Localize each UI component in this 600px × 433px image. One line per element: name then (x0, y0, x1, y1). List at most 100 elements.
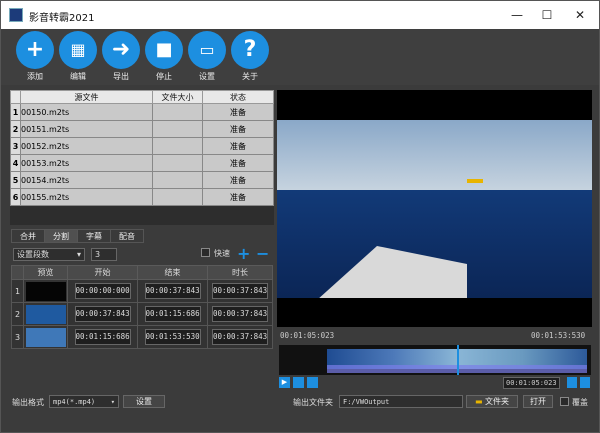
file-row[interactable]: 3 00152.m2ts 准备 (10, 137, 274, 155)
film-icon: ▦ (59, 31, 97, 69)
tab-merge[interactable]: 合并 (11, 229, 45, 243)
about-button[interactable]: ? 关于 (230, 31, 270, 82)
segment-duration-field[interactable]: 00:00:37:843 (212, 306, 268, 322)
output-folder-label: 输出文件夹 (293, 398, 333, 407)
stop-icon: ■ (145, 31, 183, 69)
segment-number: 2 (11, 302, 24, 326)
chevron-down-icon: ▾ (76, 250, 81, 259)
segment-mode-select[interactable]: 设置段数 ▾ (13, 248, 85, 261)
row-number: 3 (10, 137, 21, 155)
window-title: 影音转霸2021 (29, 13, 95, 24)
file-size (152, 103, 203, 121)
letterbox-bottom (277, 298, 592, 327)
format-settings-button[interactable]: 设置 (123, 395, 165, 408)
letterbox-top (277, 90, 592, 120)
stop-play-icon[interactable] (293, 377, 304, 388)
marker-time-field[interactable]: 00:01:05:023 (503, 377, 560, 389)
segment-row[interactable]: 2 00:00:37:843 00:01:15:686 00:00:37:843 (11, 302, 273, 326)
monitor-icon: ▭ (188, 31, 226, 69)
segment-end-field[interactable]: 00:01:15:686 (144, 306, 201, 322)
player-controls: ▶ 00:01:05:023 (279, 377, 591, 390)
segment-start-field[interactable]: 00:00:37:843 (74, 306, 131, 322)
file-table: 源文件 文件大小 状态 1 00150.m2ts 准备 2 00151.m2ts 准备 3 0… (10, 90, 274, 206)
file-row[interactable]: 2 00151.m2ts 准备 (10, 120, 274, 138)
minimize-button[interactable]: — (501, 1, 533, 29)
tab-subtitle[interactable]: 字幕 (77, 229, 111, 243)
segment-start-field[interactable]: 00:00:00:000 (74, 283, 131, 299)
segment-mode-value: 设置段数 (17, 250, 49, 259)
close-button[interactable]: ✕ (564, 1, 596, 29)
tab-dubbing[interactable]: 配音 (110, 229, 144, 243)
file-size (152, 154, 203, 172)
segment-duration-field[interactable]: 00:00:37:843 (212, 329, 268, 345)
add-segment-icon[interactable]: + (237, 244, 250, 263)
output-format-select[interactable]: mp4(*.mp4) ▾ (49, 395, 119, 408)
output-folder-field[interactable]: F:/VWOutput (339, 395, 463, 408)
video-preview[interactable] (277, 90, 592, 327)
segment-count-spinner[interactable]: 3 (91, 248, 117, 261)
maximize-button[interactable]: ☐ (531, 1, 563, 29)
file-size (152, 188, 203, 206)
fullscreen-icon[interactable] (307, 377, 318, 388)
settings-button[interactable]: ▭ 设置 (187, 31, 227, 82)
remove-segment-icon[interactable]: − (256, 244, 269, 263)
timeline-strip[interactable] (279, 345, 591, 375)
segment-duration-field[interactable]: 00:00:37:843 (212, 283, 268, 299)
segment-end-cell: 00:00:37:843 (137, 279, 208, 303)
segment-end-field[interactable]: 00:01:53:530 (144, 329, 201, 345)
segment-number: 3 (11, 325, 24, 349)
row-number: 5 (10, 171, 21, 189)
edit-button[interactable]: ▦ 编辑 (58, 31, 98, 82)
stop-button[interactable]: ■ 停止 (144, 31, 184, 82)
add-button[interactable]: + 添加 (15, 31, 55, 82)
file-status: 准备 (202, 103, 274, 121)
segment-end-field[interactable]: 00:00:37:843 (144, 283, 201, 299)
about-label: 关于 (242, 72, 258, 81)
file-row[interactable]: 4 00153.m2ts 准备 (10, 154, 274, 172)
column-header-status[interactable]: 状态 (202, 90, 274, 104)
file-row[interactable]: 1 00150.m2ts 准备 (10, 103, 274, 121)
overwrite-label: 覆盖 (572, 398, 588, 407)
drone-marker (467, 179, 483, 183)
add-label: 添加 (27, 72, 43, 81)
file-name: 00150.m2ts (20, 103, 153, 121)
segment-start-cell: 00:01:15:686 (67, 325, 138, 349)
segment-start-field[interactable]: 00:01:15:686 (74, 329, 131, 345)
segment-start-cell: 00:00:37:843 (67, 302, 138, 326)
open-folder-button[interactable]: 打开 (523, 395, 553, 408)
tab-split[interactable]: 分割 (44, 229, 78, 243)
export-button[interactable]: ➜ 导出 (101, 31, 141, 82)
file-name: 00152.m2ts (20, 137, 153, 155)
app-logo-icon (9, 8, 23, 22)
corner-cell (10, 90, 21, 104)
segment-thumbnail (23, 325, 68, 349)
play-icon[interactable]: ▶ (279, 377, 290, 388)
settings-label: 设置 (199, 72, 215, 81)
file-status: 准备 (202, 120, 274, 138)
file-status: 准备 (202, 171, 274, 189)
segment-row[interactable]: 3 00:01:15:686 00:01:53:530 00:00:37:843 (11, 325, 273, 349)
format-chevron-icon: ▾ (110, 398, 115, 406)
format-settings-label: 设置 (136, 397, 152, 406)
choose-folder-button[interactable]: ▬ 文件夹 (466, 395, 518, 408)
file-status: 准备 (202, 188, 274, 206)
cut-icon[interactable] (580, 377, 590, 388)
total-time: 00:01:53:530 (531, 331, 586, 340)
stop-label: 停止 (156, 72, 172, 81)
segment-duration-cell: 00:00:37:843 (207, 279, 273, 303)
segment-row[interactable]: 1 00:00:00:000 00:00:37:843 00:00:37:843 (11, 279, 273, 303)
segment-count-value: 3 (95, 250, 101, 259)
fast-checkbox[interactable] (201, 248, 210, 257)
copy-icon[interactable] (567, 377, 577, 388)
column-header-source[interactable]: 源文件 (20, 90, 153, 104)
segment-thumbnail (23, 279, 68, 303)
choose-folder-label: 文件夹 (485, 397, 510, 406)
column-header-size[interactable]: 文件大小 (152, 90, 203, 104)
file-row[interactable]: 5 00154.m2ts 准备 (10, 171, 274, 189)
overwrite-checkbox[interactable] (560, 397, 569, 406)
arrow-right-icon: ➜ (102, 31, 140, 69)
file-row[interactable]: 6 00155.m2ts 准备 (10, 188, 274, 206)
edit-label: 编辑 (70, 72, 86, 81)
file-name: 00151.m2ts (20, 120, 153, 138)
playhead[interactable] (457, 345, 459, 375)
